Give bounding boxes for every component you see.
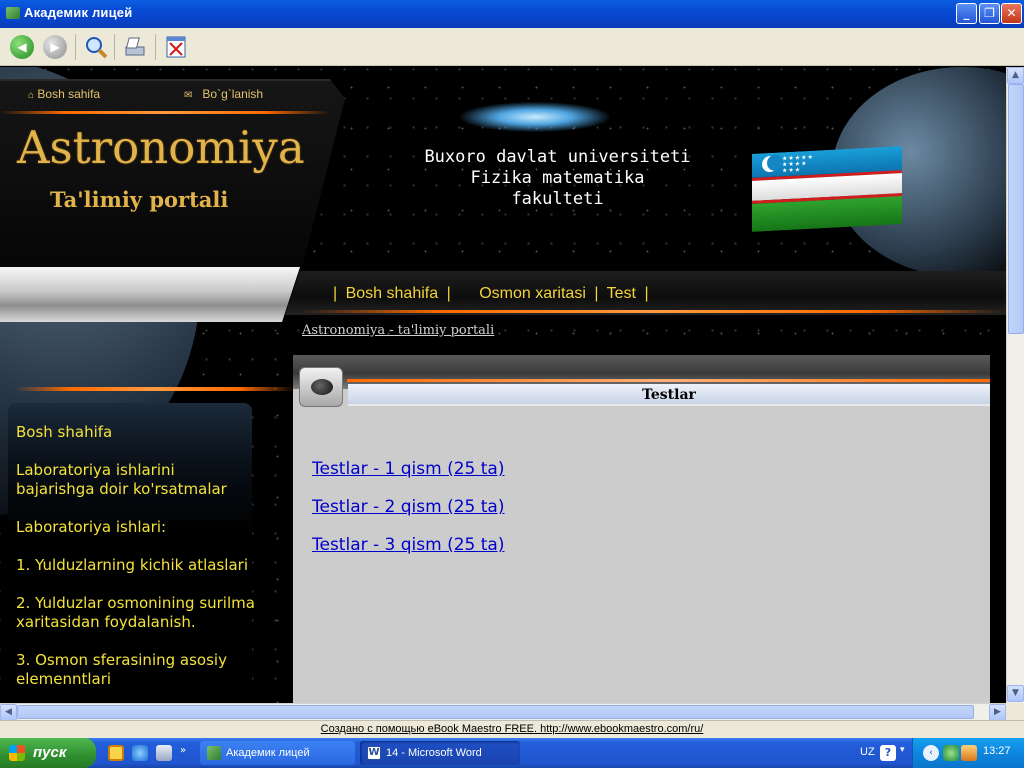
horizontal-scrollbar[interactable]: ◀ ▶ xyxy=(0,703,1006,721)
title-bar: Академик лицей _ ❐ ✕ xyxy=(0,0,1024,28)
main-menu: | Bosh shahifa | Osmon xaritasi | Test | xyxy=(333,285,653,303)
word-icon: W xyxy=(367,746,381,760)
mail-icon: ✉ xyxy=(184,90,193,101)
scroll-down-button[interactable]: ▼ xyxy=(1007,685,1024,702)
close-book-icon xyxy=(166,36,186,58)
university-heading: Buxoro davlat universiteti Fizika matema… xyxy=(385,147,730,210)
tests-panel: Testlar Testlar - 1 qism (25 ta) Testlar… xyxy=(293,355,990,703)
test-link-2[interactable]: Testlar - 2 qism (25 ta) xyxy=(312,497,505,517)
start-button[interactable]: пуск xyxy=(0,738,96,768)
toolbar-divider xyxy=(114,34,115,60)
book-icon xyxy=(207,746,221,760)
university-line: fakulteti xyxy=(511,189,604,209)
status-text[interactable]: Создано с помощью eBook Maestro FREE. ht… xyxy=(321,723,704,735)
toolbar: ◀ ▶ xyxy=(0,28,1024,66)
university-line: Fizika matematika xyxy=(470,168,645,188)
tray-app-icon[interactable] xyxy=(961,745,977,761)
language-menu-arrow-icon[interactable]: ▾ xyxy=(900,745,910,761)
joystick-icon xyxy=(299,367,343,407)
search-button[interactable] xyxy=(82,33,110,61)
maximize-button[interactable]: ❐ xyxy=(979,3,1000,24)
menu-item-test[interactable]: Test xyxy=(607,285,636,302)
menu-separator: | xyxy=(644,285,649,302)
sidebar-item-lab-2[interactable]: 2. Yulduzlar osmonining surilma xaritasi… xyxy=(16,594,256,632)
chevron-right-icon[interactable]: » xyxy=(180,745,190,761)
planet-glow-image xyxy=(460,102,610,132)
sidebar-item-lab-1[interactable]: 1. Yulduzlarning kichik atlaslari xyxy=(16,556,256,575)
sidebar-item-lab-heading: Laboratoriya ishlari: xyxy=(16,518,167,536)
windows-logo-icon xyxy=(9,745,25,761)
tray-expand-icon[interactable]: ‹ xyxy=(923,745,939,761)
tests-list: Testlar - 1 qism (25 ta) Testlar - 2 qis… xyxy=(312,459,505,573)
taskbar-clock[interactable]: 13:27 xyxy=(983,745,1011,757)
start-label: пуск xyxy=(33,744,67,761)
breadcrumb-link[interactable]: Astronomiya - ta'limiy portali xyxy=(302,323,494,338)
panel-title: Testlar xyxy=(348,384,990,406)
top-home-label: Bosh sahifa xyxy=(37,87,101,101)
app-window: Академик лицей _ ❐ ✕ ◀ ▶ ⌂ Bosh sahifa ✉… xyxy=(0,0,1024,768)
vertical-scrollbar[interactable]: ▲ ▼ xyxy=(1006,67,1024,703)
uzbekistan-flag-image: ★★★★★ ★★★★ ★★★ xyxy=(752,146,902,232)
home-icon: ⌂ xyxy=(28,90,35,101)
site-logo-title: Astronomiya xyxy=(17,121,305,174)
vertical-scroll-thumb[interactable] xyxy=(1008,84,1024,334)
horizontal-scroll-thumb[interactable] xyxy=(17,705,974,719)
forward-button[interactable]: ▶ xyxy=(41,33,69,61)
top-contact-label: Bo`g`lanish xyxy=(202,87,264,101)
menu-accent-line xyxy=(300,310,1006,313)
brand-box xyxy=(0,79,345,275)
taskbar: пуск » Академик лицей W 14 - Microsoft W… xyxy=(0,738,1024,768)
menu-separator: | xyxy=(446,285,451,302)
test-link-3[interactable]: Testlar - 3 qism (25 ta) xyxy=(312,535,505,555)
site-logo-subtitle: Ta'limiy portali xyxy=(50,187,229,212)
forward-arrow-icon: ▶ xyxy=(43,35,67,59)
task-academic-lyceum[interactable]: Академик лицей xyxy=(200,741,355,765)
clock-quicklaunch-icon[interactable] xyxy=(108,745,124,761)
status-bar: Создано с помощью eBook Maestro FREE. ht… xyxy=(0,720,1024,738)
print-button[interactable] xyxy=(121,33,149,61)
internet-explorer-icon[interactable] xyxy=(132,745,148,761)
toolbar-divider xyxy=(75,34,76,60)
scroll-left-button[interactable]: ◀ xyxy=(0,704,17,721)
back-button[interactable]: ◀ xyxy=(8,33,36,61)
help-icon[interactable]: ? xyxy=(880,745,896,761)
sidebar-menu: Bosh shahifa Laboratoriya ishlarini baja… xyxy=(16,423,256,703)
task-label: Академик лицей xyxy=(226,747,310,759)
close-button[interactable]: ✕ xyxy=(1001,3,1022,24)
scroll-right-button[interactable]: ▶ xyxy=(989,704,1006,721)
top-home-link[interactable]: ⌂ Bosh sahifa xyxy=(28,87,100,101)
task-microsoft-word[interactable]: W 14 - Microsoft Word xyxy=(360,741,520,765)
toolbar-divider xyxy=(155,34,156,60)
menu-item-osmon-xaritasi[interactable]: Osmon xaritasi xyxy=(479,285,586,302)
print-icon xyxy=(125,37,145,56)
silver-banner-strip xyxy=(0,267,300,322)
show-desktop-icon[interactable] xyxy=(156,745,172,761)
web-content: ⌂ Bosh sahifa ✉ Bo`g`lanish Astronomiya … xyxy=(0,67,1006,703)
sidebar-item-lab-instructions[interactable]: Laboratoriya ishlarini bajarishga doir k… xyxy=(16,461,256,499)
minimize-button[interactable]: _ xyxy=(956,3,977,24)
test-link-1[interactable]: Testlar - 1 qism (25 ta) xyxy=(312,459,505,479)
sidebar-item-lab-3[interactable]: 3. Osmon sferasining asosiy elemenntlari xyxy=(16,651,256,689)
university-line: Buxoro davlat universiteti xyxy=(424,147,691,167)
menu-item-bosh-shahifa[interactable]: Bosh shahifa xyxy=(346,285,439,302)
back-arrow-icon: ◀ xyxy=(10,35,34,59)
sidebar-item-home[interactable]: Bosh shahifa xyxy=(16,423,256,442)
sidebar-accent-line xyxy=(15,387,295,391)
scroll-corner xyxy=(1006,703,1024,720)
language-indicator[interactable]: UZ xyxy=(860,746,875,758)
network-icon[interactable] xyxy=(943,745,959,761)
top-contact-link[interactable]: ✉ Bo`g`lanish xyxy=(184,87,263,101)
header-accent-line xyxy=(0,111,330,114)
app-book-icon xyxy=(6,7,20,19)
menu-separator: | xyxy=(594,285,599,302)
task-label: 14 - Microsoft Word xyxy=(386,747,482,759)
scroll-up-button[interactable]: ▲ xyxy=(1007,67,1024,84)
close-book-button[interactable] xyxy=(162,33,190,61)
window-title: Академик лицей xyxy=(24,5,133,20)
menu-separator: | xyxy=(333,285,338,302)
magnifier-icon xyxy=(86,37,108,59)
